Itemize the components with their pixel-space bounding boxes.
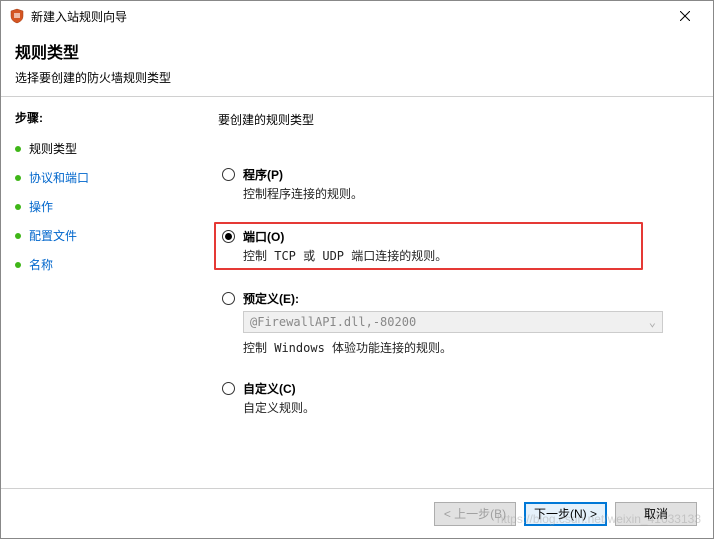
option-title: 端口(O) xyxy=(243,228,635,245)
option-title: 预定义(E): xyxy=(243,290,677,307)
option-custom[interactable]: 自定义(C) 自定义规则。 xyxy=(218,376,681,420)
option-body: 端口(O) 控制 TCP 或 UDP 端口连接的规则。 xyxy=(243,228,635,264)
step-profile[interactable]: 配置文件 xyxy=(15,227,182,244)
wizard-footer: < 上一步(B) 下一步(N) > 取消 xyxy=(1,488,713,538)
option-title: 自定义(C) xyxy=(243,380,677,397)
steps-sidebar: 步骤: 规则类型 协议和端口 操作 配置文件 名称 xyxy=(1,97,196,502)
option-title: 程序(P) xyxy=(243,166,677,183)
radio-port[interactable] xyxy=(222,230,235,243)
next-button[interactable]: 下一步(N) > xyxy=(524,502,607,526)
option-desc: 控制 TCP 或 UDP 端口连接的规则。 xyxy=(243,247,635,264)
wizard-header: 规则类型 选择要创建的防火墙规则类型 xyxy=(1,31,713,96)
step-label: 协议和端口 xyxy=(29,169,89,186)
option-body: 预定义(E): @FirewallAPI.dll,-80200 控制 Windo… xyxy=(243,290,677,356)
option-body: 程序(P) 控制程序连接的规则。 xyxy=(243,166,677,202)
predefined-combo: @FirewallAPI.dll,-80200 xyxy=(243,311,663,333)
radio-predefined[interactable] xyxy=(222,292,235,305)
bullet-icon xyxy=(15,175,21,181)
close-icon xyxy=(680,11,690,21)
step-label: 名称 xyxy=(29,256,53,273)
option-desc: 自定义规则。 xyxy=(243,399,677,416)
back-button: < 上一步(B) xyxy=(434,502,516,526)
step-name[interactable]: 名称 xyxy=(15,256,182,273)
titlebar: 新建入站规则向导 xyxy=(1,1,713,31)
bullet-icon xyxy=(15,204,21,210)
combo-value: @FirewallAPI.dll,-80200 xyxy=(250,315,416,329)
option-program[interactable]: 程序(P) 控制程序连接的规则。 xyxy=(218,162,681,206)
radio-program[interactable] xyxy=(222,168,235,181)
option-desc: 控制 Windows 体验功能连接的规则。 xyxy=(243,339,677,356)
content-area: 步骤: 规则类型 协议和端口 操作 配置文件 名称 要创建的规则类型 程序( xyxy=(1,97,713,502)
close-button[interactable] xyxy=(665,2,705,30)
step-rule-type[interactable]: 规则类型 xyxy=(15,140,182,157)
bullet-icon xyxy=(15,146,21,152)
step-action[interactable]: 操作 xyxy=(15,198,182,215)
step-label: 操作 xyxy=(29,198,53,215)
option-predefined[interactable]: 预定义(E): @FirewallAPI.dll,-80200 控制 Windo… xyxy=(218,286,681,360)
bullet-icon xyxy=(15,262,21,268)
cancel-button[interactable]: 取消 xyxy=(615,502,697,526)
main-prompt: 要创建的规则类型 xyxy=(218,111,681,128)
app-icon xyxy=(9,8,25,24)
page-title: 规则类型 xyxy=(15,39,699,63)
option-desc: 控制程序连接的规则。 xyxy=(243,185,677,202)
radio-custom[interactable] xyxy=(222,382,235,395)
option-body: 自定义(C) 自定义规则。 xyxy=(243,380,677,416)
step-protocol-port[interactable]: 协议和端口 xyxy=(15,169,182,186)
bullet-icon xyxy=(15,233,21,239)
steps-title: 步骤: xyxy=(15,109,182,126)
step-label: 配置文件 xyxy=(29,227,77,244)
option-port[interactable]: 端口(O) 控制 TCP 或 UDP 端口连接的规则。 xyxy=(214,222,643,270)
window-title: 新建入站规则向导 xyxy=(31,8,665,25)
step-label: 规则类型 xyxy=(29,140,77,157)
page-subtitle: 选择要创建的防火墙规则类型 xyxy=(15,69,699,86)
main-panel: 要创建的规则类型 程序(P) 控制程序连接的规则。 端口(O) 控制 TCP 或… xyxy=(196,97,713,502)
